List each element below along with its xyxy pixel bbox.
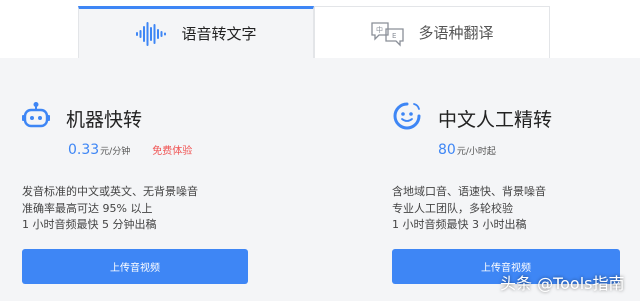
tab-label: 多语种翻译 bbox=[418, 24, 494, 42]
tab-translation[interactable]: 中 E 多语种翻译 bbox=[314, 6, 550, 58]
description-line: 发音标准的中文或英文、无背景噪音 bbox=[22, 185, 198, 198]
waveform-icon bbox=[135, 20, 169, 48]
robot-icon bbox=[22, 101, 50, 135]
card-title: 机器快转 bbox=[66, 108, 143, 131]
card-title: 中文人工精转 bbox=[438, 108, 553, 131]
svg-text:中: 中 bbox=[376, 25, 383, 34]
description-line: 1 小时音频最快 3 小时出稿 bbox=[392, 218, 527, 231]
machine-transcription-card: 机器快转 0.33 元/分钟 免费体验 发音标准的中文或英文、无背景噪音 准确率… bbox=[22, 100, 248, 284]
price-unit: 元/小时起 bbox=[456, 147, 496, 157]
price: 0.33 元/分钟 免费体验 bbox=[68, 142, 192, 158]
description-line: 准确率最高可达 95% 以上 bbox=[22, 201, 153, 215]
price-value: 80 bbox=[438, 142, 456, 158]
description-line: 含地域口音、语速快、背景噪音 bbox=[392, 185, 546, 198]
tab-bar: 语音转文字 中 E 多语种翻译 bbox=[0, 0, 640, 58]
description-line: 1 小时音频最快 5 分钟出稿 bbox=[22, 218, 157, 231]
translate-icon: 中 E bbox=[370, 19, 406, 47]
free-trial-badge[interactable]: 免费体验 bbox=[152, 142, 192, 157]
price-unit: 元/分钟 bbox=[100, 147, 131, 157]
price-value: 0.33 bbox=[68, 142, 100, 158]
human-transcription-card: 中文人工精转 80 元/小时起 含地域口音、语速快、背景噪音 专业人工团队，多轮… bbox=[392, 100, 620, 284]
upload-button[interactable]: 上传音视频 bbox=[22, 249, 248, 284]
card-description: 含地域口音、语速快、背景噪音 专业人工团队，多轮校验 1 小时音频最快 3 小时… bbox=[392, 184, 546, 234]
watermark: 头条 @Tools指南 bbox=[500, 274, 625, 293]
price: 80 元/小时起 bbox=[438, 142, 496, 158]
tab-label: 语音转文字 bbox=[181, 25, 257, 43]
description-line: 专业人工团队，多轮校验 bbox=[392, 201, 513, 215]
svg-text:E: E bbox=[392, 32, 396, 40]
human-transcribe-icon bbox=[392, 101, 422, 135]
card-description: 发音标准的中文或英文、无背景噪音 准确率最高可达 95% 以上 1 小时音频最快… bbox=[22, 184, 198, 234]
tab-speech-to-text[interactable]: 语音转文字 bbox=[78, 6, 314, 58]
